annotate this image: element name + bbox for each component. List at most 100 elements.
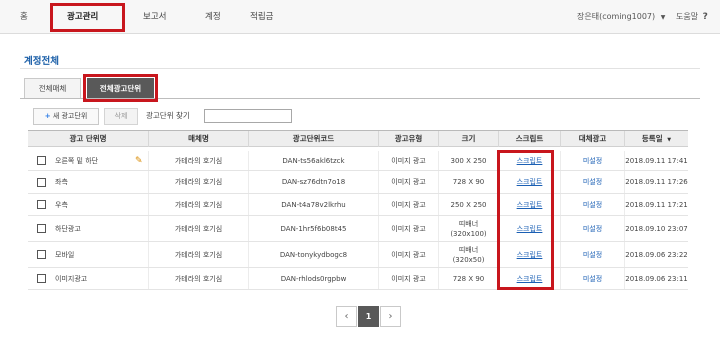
ad-size: 띠배너 (320x50) (438, 242, 498, 267)
pagination-next-button[interactable]: › (380, 306, 401, 327)
pagination-prev-button[interactable]: ‹ (336, 306, 357, 327)
ad-size: 띠배너 (320x100) (438, 216, 498, 241)
ad-unit-code: DAN-sz76dtn7o18 (248, 171, 378, 193)
nav-account[interactable]: 계정 (205, 0, 221, 34)
question-icon: ? (702, 12, 708, 22)
reg-date: 2018.09.10 23:07 (624, 216, 688, 241)
replacement-ad-link[interactable]: 미설정 (583, 224, 602, 234)
ad-size: 728 X 90 (438, 268, 498, 289)
ad-size-line2: (320x50) (452, 255, 485, 264)
ad-unit-code: DAN-t4a78v2lkrhu (248, 194, 378, 215)
reg-date: 2018.09.11 17:26 (624, 171, 688, 193)
replacement-ad-link[interactable]: 미설정 (583, 274, 602, 284)
ad-type: 이미지 광고 (378, 151, 438, 170)
table-row: 모바일 가테라의 호기심 DAN-tonykydbogc8 이미지 광고 띠배너… (28, 242, 688, 268)
plus-icon: + (44, 112, 51, 120)
media-name: 가테라의 호기심 (148, 151, 248, 170)
user-menu[interactable]: 장은태(coming1007) ▼ (577, 0, 665, 34)
table-row: 이미지광고 가테라의 호기심 DAN-rhlods0rgpbw 이미지 광고 7… (28, 268, 688, 290)
highlight-box-nav (50, 3, 125, 32)
replacement-ad-link[interactable]: 미설정 (583, 250, 602, 260)
page-title: 계정전체 (24, 56, 59, 67)
row-checkbox[interactable] (37, 200, 46, 209)
header-ad-unit-code[interactable]: 광고단위코드 (248, 131, 378, 147)
sort-down-icon: ▼ (667, 137, 672, 143)
header-media-name[interactable]: 매체명 (148, 131, 248, 147)
replacement-cell: 미설정 (560, 151, 624, 170)
row-checkbox[interactable] (37, 177, 46, 187)
highlight-box-tab (83, 74, 158, 102)
ad-size: 250 X 250 (438, 194, 498, 215)
media-name: 가테라의 호기심 (148, 268, 248, 289)
replacement-ad-link[interactable]: 미설정 (583, 200, 602, 210)
replacement-ad-link[interactable]: 미설정 (583, 177, 602, 187)
replacement-cell: 미설정 (560, 171, 624, 193)
tab-all-media[interactable]: 전체매체 (24, 78, 81, 99)
media-name: 가테라의 호기심 (148, 216, 248, 241)
pagination-page-1[interactable]: 1 (358, 306, 379, 327)
replacement-cell: 미설정 (560, 242, 624, 267)
replacement-ad-link[interactable]: 미설정 (583, 156, 602, 166)
header-size[interactable]: 크기 (438, 131, 498, 147)
search-label: 광고단위 찾기 (146, 111, 190, 120)
search-input[interactable] (204, 109, 292, 123)
new-ad-unit-label: 새 광고단위 (52, 112, 88, 120)
ad-unit-code: DAN-rhlods0rgpbw (248, 268, 378, 289)
ad-unit-name[interactable]: 오른쪽 밑 하단 (55, 156, 98, 166)
help-label: 도움말 (676, 12, 699, 21)
table-row: 우측 가테라의 호기심 DAN-t4a78v2lkrhu 이미지 광고 250 … (28, 194, 688, 216)
chevron-down-icon: ▼ (660, 14, 666, 21)
user-name: 장은태(coming1007) (577, 12, 656, 21)
table-row: 좌측 가테라의 호기심 DAN-sz76dtn7o18 이미지 광고 728 X… (28, 171, 688, 194)
header-replacement-ad[interactable]: 대체광고 (560, 131, 624, 147)
help-link[interactable]: 도움말 ? (676, 0, 708, 34)
media-name: 가테라의 호기심 (148, 242, 248, 267)
table-row: 오른쪽 밑 하단 ✎ 가테라의 호기심 DAN-ts56akl6tzck 이미지… (28, 151, 688, 171)
delete-button[interactable]: 삭제 (104, 108, 138, 125)
replacement-cell: 미설정 (560, 194, 624, 215)
cell-ad-unit-name: 이미지광고 (28, 268, 148, 289)
media-name: 가테라의 호기심 (148, 171, 248, 193)
highlight-box-script-column (497, 150, 554, 290)
ad-unit-code: DAN-ts56akl6tzck (248, 151, 378, 170)
cell-ad-unit-name: 우측 (28, 194, 148, 215)
ad-type: 이미지 광고 (378, 242, 438, 267)
row-checkbox[interactable] (37, 274, 46, 283)
reg-date: 2018.09.11 17:21 (624, 194, 688, 215)
ad-unit-name[interactable]: 우측 (55, 200, 68, 210)
ad-size: 728 X 90 (438, 171, 498, 193)
replacement-cell: 미설정 (560, 268, 624, 289)
replacement-cell: 미설정 (560, 216, 624, 241)
new-ad-unit-button[interactable]: + 새 광고단위 (33, 108, 99, 125)
ad-unit-name[interactable]: 하단광고 (55, 224, 81, 234)
row-checkbox[interactable] (37, 156, 46, 165)
ad-unit-name[interactable]: 이미지광고 (55, 274, 87, 284)
ad-type: 이미지 광고 (378, 268, 438, 289)
media-name: 가테라의 호기심 (148, 194, 248, 215)
ad-unit-code: DAN-1hr5f6b08t45 (248, 216, 378, 241)
ad-size-line1: 띠배너 (458, 219, 479, 228)
table-header: 광고 단위명 매체명 광고단위코드 광고유형 크기 스크립트 대체광고 등록일 … (28, 130, 688, 147)
row-checkbox[interactable] (37, 250, 46, 259)
header-script[interactable]: 스크립트 (498, 131, 560, 147)
ad-unit-name[interactable]: 좌측 (55, 177, 68, 187)
divider (20, 68, 700, 69)
header-ad-unit-name[interactable]: 광고 단위명 (28, 131, 148, 147)
table-row: 하단광고 가테라의 호기심 DAN-1hr5f6b08t45 이미지 광고 띠배… (28, 216, 688, 242)
ad-unit-name[interactable]: 모바일 (55, 250, 74, 260)
nav-reports[interactable]: 보고서 (143, 0, 166, 34)
nav-credits[interactable]: 적립금 (250, 0, 273, 34)
ad-size-line1: 띠배너 (458, 245, 479, 254)
row-checkbox[interactable] (37, 224, 46, 233)
nav-home[interactable]: 홈 (20, 0, 28, 34)
ad-unit-code: DAN-tonykydbogc8 (248, 242, 378, 267)
reg-date: 2018.09.06 23:22 (624, 242, 688, 267)
reg-date: 2018.09.06 23:11 (624, 268, 688, 289)
ad-size-line2: (320x100) (450, 229, 487, 238)
cell-ad-unit-name: 모바일 (28, 242, 148, 267)
header-reg-date[interactable]: 등록일 ▼ (624, 131, 688, 147)
ad-type: 이미지 광고 (378, 216, 438, 241)
reg-date: 2018.09.11 17:41 (624, 151, 688, 170)
pencil-icon[interactable]: ✎ (135, 156, 143, 166)
header-ad-type[interactable]: 광고유형 (378, 131, 438, 147)
